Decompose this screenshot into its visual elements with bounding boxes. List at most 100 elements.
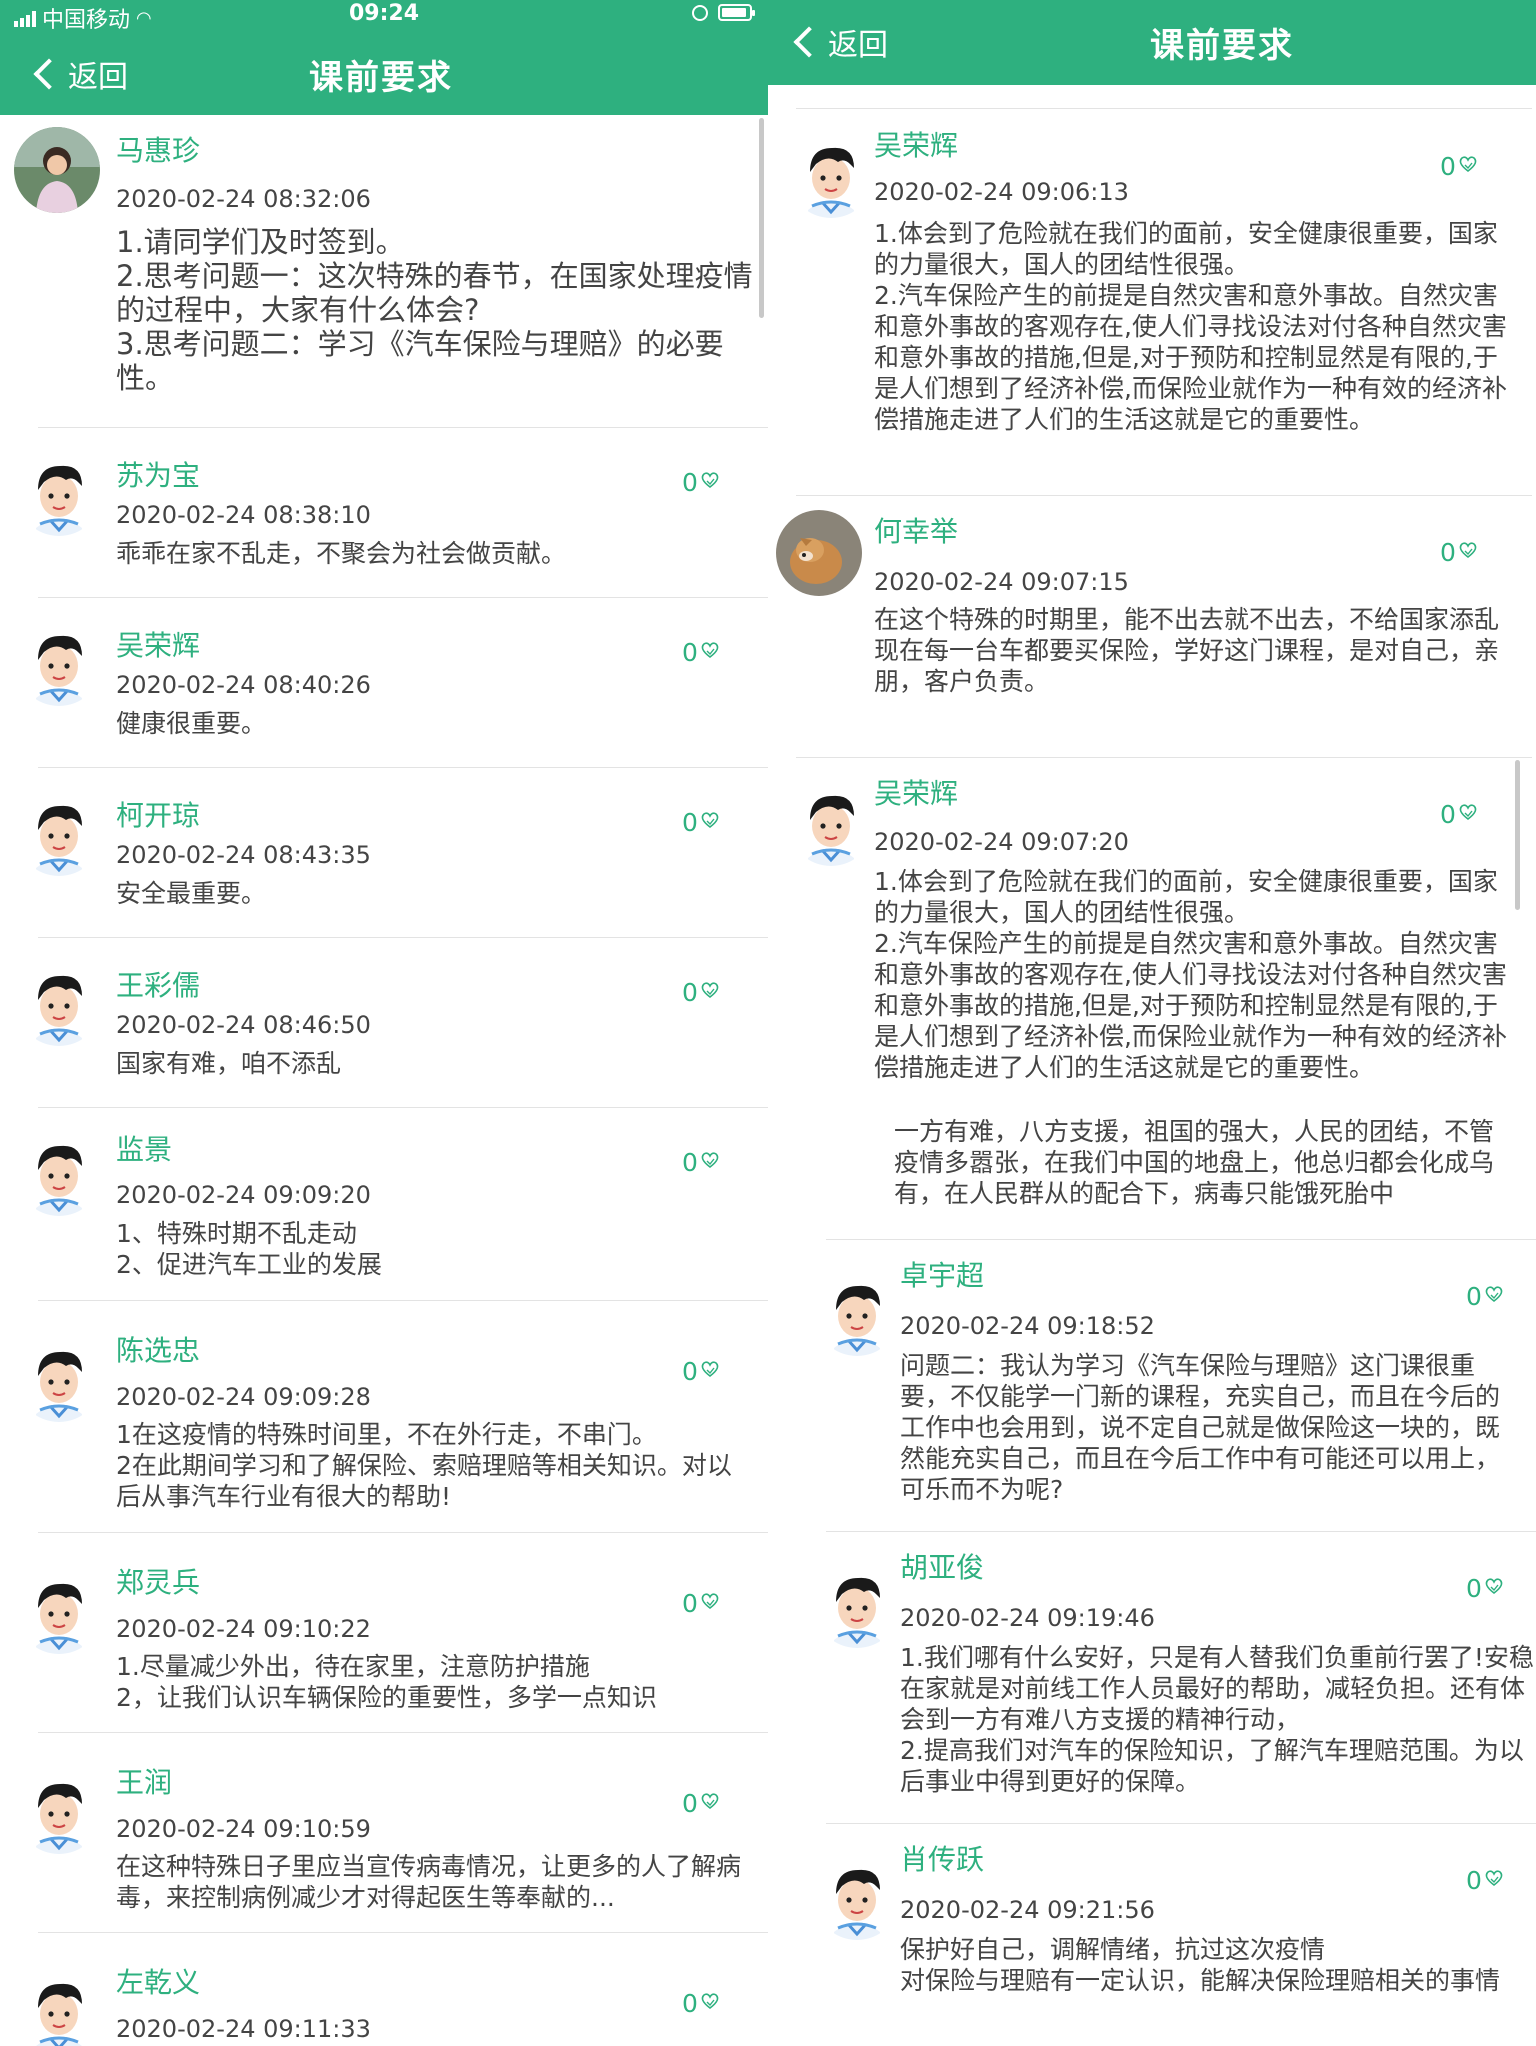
author-name[interactable]: 监景 (116, 1128, 172, 1168)
author-name[interactable]: 陈选忠 (116, 1329, 200, 1369)
comment-item[interactable]: 左乾义 2020-02-24 09:11:33 0 (0, 1933, 768, 2046)
comment-text: 1.体会到了危险就在我们的面前，安全健康很重要，国家的力量很大，国人的团结性很强… (874, 219, 1507, 434)
author-name[interactable]: 郑灵兵 (116, 1561, 200, 1601)
like-heart-icon (1484, 1866, 1504, 1895)
author-name[interactable]: 胡亚俊 (900, 1546, 984, 1586)
comment-item[interactable]: 吴荣辉 2020-02-24 09:06:13 1.体会到了危险就在我们的面前，安全… (768, 110, 1536, 496)
like-count: 0 (1440, 152, 1456, 181)
comment-item[interactable]: 吴荣辉 2020-02-24 08:40:26 健康很重要。 0 (0, 598, 768, 768)
avatar[interactable] (16, 790, 102, 876)
like-count: 0 (1440, 800, 1456, 829)
post-timestamp: 2020-02-24 09:10:59 (116, 1815, 371, 1843)
comment-item[interactable]: 王彩儒 2020-02-24 08:46:50 国家有难，咱不添乱 0 (0, 938, 768, 1108)
like-button[interactable]: 0 (682, 1789, 720, 1818)
comment-text: 1.体会到了危险就在我们的面前，安全健康很重要，国家的力量很大，国人的团结性很强… (874, 867, 1507, 1082)
left-screen: 中国移动 ◠ 09:24 返回 课前要求 马惠珍 2020-02-24 08:32… (0, 0, 768, 2046)
like-heart-icon (1484, 1282, 1504, 1311)
author-name[interactable]: 左乾义 (116, 1961, 200, 2001)
comment-text: 乖乖在家不乱走，不聚会为社会做贡献。 (116, 539, 567, 568)
like-count: 0 (682, 638, 698, 667)
like-button[interactable]: 0 (682, 468, 720, 497)
author-name[interactable]: 马惠珍 (116, 129, 200, 169)
like-button[interactable]: 0 (1440, 800, 1478, 829)
post-timestamp: 2020-02-24 09:21:56 (900, 1896, 1155, 1924)
like-button[interactable]: 0 (1466, 1866, 1504, 1895)
comment-item[interactable]: 马惠珍 2020-02-24 08:32:06 1.请同学们及时签到。 2.思考问题… (0, 115, 768, 428)
comment-item[interactable]: 陈选忠 2020-02-24 09:09:28 1在这疫情的特殊时间里，不在外行走，… (0, 1301, 768, 1533)
like-button[interactable]: 0 (1466, 1574, 1504, 1603)
author-name[interactable]: 吴荣辉 (874, 124, 958, 164)
like-count: 0 (1466, 1866, 1482, 1895)
author-name[interactable]: 卓宇超 (900, 1254, 984, 1294)
like-count: 0 (682, 1989, 698, 2018)
avatar[interactable] (16, 450, 102, 536)
avatar[interactable] (788, 132, 874, 218)
avatar[interactable] (14, 127, 100, 213)
avatar[interactable] (16, 1336, 102, 1422)
like-button[interactable]: 0 (682, 638, 720, 667)
like-button[interactable]: 0 (682, 978, 720, 1007)
battery-icon (718, 4, 755, 21)
like-button[interactable]: 0 (682, 1148, 720, 1177)
comment-text: 1、特殊时期不乱走动 2、促进汽车工业的发展 (116, 1219, 382, 1279)
comment-item[interactable]: 监景 2020-02-24 09:09:20 1、特殊时期不乱走动 2、促进汽车工业… (0, 1108, 768, 1301)
avatar[interactable] (16, 1568, 102, 1654)
like-button[interactable]: 0 (682, 1357, 720, 1386)
comment-item[interactable]: 苏为宝 2020-02-24 08:38:10 乖乖在家不乱走，不聚会为社会做贡献。… (0, 428, 768, 598)
author-name[interactable]: 王彩儒 (116, 964, 200, 1004)
comment-item[interactable]: 王润 2020-02-24 09:10:59 在这种特殊日子里应当宣传病毒情况，让更… (0, 1733, 768, 1933)
author-name[interactable]: 吴荣辉 (874, 772, 958, 812)
avatar[interactable] (814, 1270, 900, 1356)
post-timestamp: 2020-02-24 09:18:52 (900, 1312, 1155, 1340)
comment-item[interactable]: 胡亚俊 2020-02-24 09:19:46 1.我们哪有什么安好，只是有人替我们… (768, 1532, 1536, 1824)
nav-bar: 返回 课前要求 (0, 30, 768, 115)
comment-item[interactable]: 柯开琼 2020-02-24 08:43:35 安全最重要。 0 (0, 768, 768, 938)
avatar[interactable] (16, 1768, 102, 1854)
like-button[interactable]: 0 (682, 808, 720, 837)
comment-list: 吴荣辉 2020-02-24 09:06:13 1.体会到了危险就在我们的面前，安全… (768, 0, 1536, 2046)
comment-text: 健康很重要。 (116, 709, 267, 738)
post-timestamp: 2020-02-24 09:10:22 (116, 1615, 371, 1643)
avatar[interactable] (16, 620, 102, 706)
like-button[interactable]: 0 (1440, 538, 1478, 567)
post-timestamp: 2020-02-24 09:09:28 (116, 1383, 371, 1411)
author-name[interactable]: 柯开琼 (116, 794, 200, 834)
avatar[interactable] (776, 510, 862, 596)
author-name[interactable]: 吴荣辉 (116, 624, 200, 664)
comment-item[interactable]: 吴荣辉 2020-02-24 09:07:20 1.体会到了危险就在我们的面前，安全… (768, 758, 1536, 1240)
like-count: 0 (682, 1589, 698, 1618)
like-button[interactable]: 0 (1440, 152, 1478, 181)
comment-item[interactable]: 卓宇超 2020-02-24 09:18:52 问题二：我认为学习《汽车保险与理赔》… (768, 1240, 1536, 1532)
post-timestamp: 2020-02-24 08:32:06 (116, 185, 371, 213)
post-timestamp: 2020-02-24 08:40:26 (116, 671, 371, 699)
like-heart-icon (700, 1589, 720, 1618)
like-button[interactable]: 0 (682, 1989, 720, 2018)
like-heart-icon (700, 1148, 720, 1177)
like-count: 0 (682, 1148, 698, 1177)
avatar[interactable] (814, 1562, 900, 1648)
author-name[interactable]: 何幸举 (874, 510, 958, 550)
comment-text: 1.尽量减少外出，待在家里，注意防护措施 2，让我们认识车辆保险的重要性，多学一… (116, 1652, 657, 1712)
avatar[interactable] (16, 960, 102, 1046)
post-timestamp: 2020-02-24 09:11:33 (116, 2015, 371, 2043)
like-heart-icon (700, 978, 720, 1007)
comment-text: 1.请同学们及时签到。 2.思考问题一：这次特殊的春节，在国家处理疫情的过程中，… (116, 225, 753, 395)
like-heart-icon (700, 468, 720, 497)
author-name[interactable]: 王润 (116, 1761, 172, 1801)
avatar[interactable] (814, 1854, 900, 1940)
avatar[interactable] (788, 780, 874, 866)
avatar[interactable] (16, 1130, 102, 1216)
like-count: 0 (682, 978, 698, 1007)
comment-item[interactable]: 郑灵兵 2020-02-24 09:10:22 1.尽量减少外出，待在家里，注意防护… (0, 1533, 768, 1733)
like-count: 0 (682, 808, 698, 837)
post-timestamp: 2020-02-24 09:19:46 (900, 1604, 1155, 1632)
author-name[interactable]: 苏为宝 (116, 454, 200, 494)
like-button[interactable]: 0 (1466, 1282, 1504, 1311)
comment-item[interactable]: 肖传跃 2020-02-24 09:21:56 保护好自己，调解情绪，抗过这次疫情 … (768, 1824, 1536, 2046)
comment-item[interactable]: 何幸举 2020-02-24 09:07:15 在这个特殊的时期里，能不出去就不出去… (768, 496, 1536, 758)
status-bar: 中国移动 ◠ 09:24 (0, 0, 768, 33)
author-name[interactable]: 肖传跃 (900, 1838, 984, 1878)
like-button[interactable]: 0 (682, 1589, 720, 1618)
like-count: 0 (1466, 1282, 1482, 1311)
avatar[interactable] (16, 1968, 102, 2046)
